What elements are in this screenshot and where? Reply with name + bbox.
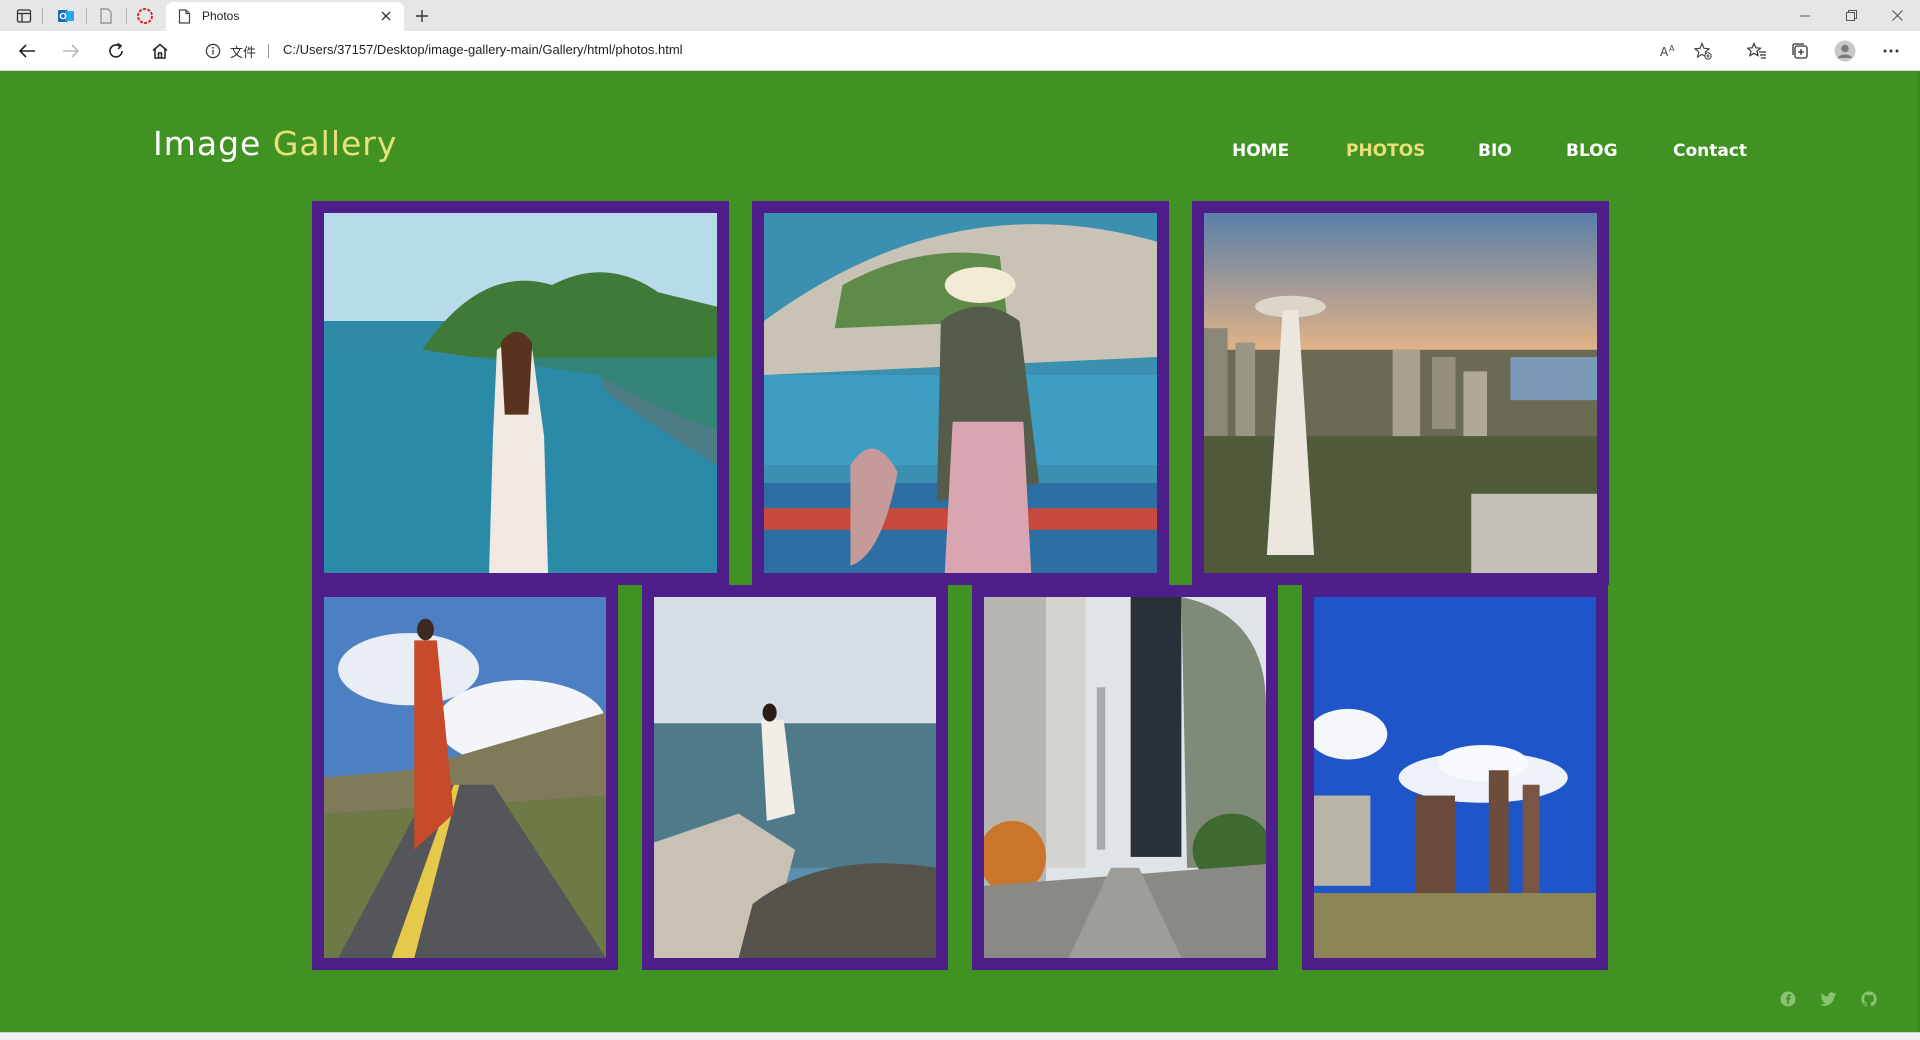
nav-blog[interactable]: BLOG [1566,141,1618,161]
nav-photos[interactable]: PHOTOS [1346,141,1425,161]
photo-traveler-on-boat[interactable] [752,201,1169,585]
file-label: 文件 [230,45,257,60]
tab-separator [86,8,87,24]
back-arrow-icon[interactable] [12,37,42,65]
svg-text:A: A [1660,45,1669,59]
outlook-icon[interactable] [53,5,79,27]
forward-arrow-icon [56,37,86,65]
tab-title: Photos [202,9,240,23]
nav-bio[interactable]: BIO [1478,141,1512,161]
address-bar: 文件 C:/Users/37157/Desktop/image-gallery-… [0,31,1920,71]
minimize-icon[interactable] [1782,0,1828,31]
more-icon[interactable] [1876,37,1906,65]
plus-icon[interactable] [410,5,434,27]
restore-icon[interactable] [1828,0,1874,31]
main-nav: HOME PHOTOS BIO BLOG Contact [0,141,1920,171]
read-aloud-icon[interactable]: AA [1655,39,1681,63]
url-field[interactable]: 文件 C:/Users/37157/Desktop/image-gallery-… [190,35,1735,67]
close-icon[interactable] [376,6,396,26]
sidebar-toggle-icon[interactable] [11,5,37,27]
page-content: Image Gallery HOME PHOTOS BIO BLOG Conta… [0,71,1920,1032]
photo-city-street[interactable] [972,585,1278,970]
nav-home[interactable]: HOME [1232,141,1289,161]
facebook-icon[interactable] [1778,989,1798,1009]
tab-separator [126,8,127,24]
collections-icon[interactable] [1785,37,1815,65]
tab-photos[interactable]: Photos [166,2,404,31]
avatar-icon[interactable] [1830,37,1860,65]
refresh-icon[interactable] [101,37,131,65]
favorites-icon[interactable] [1742,37,1772,65]
photo-industrial-park[interactable] [1302,585,1608,970]
url-divider [268,44,269,58]
nav-contact[interactable]: Contact [1673,141,1747,161]
window-bottom-edge [0,1032,1920,1040]
svg-text:A: A [1669,44,1675,53]
star-add-icon[interactable] [1690,39,1716,63]
page-icon [178,9,191,28]
photo-woman-on-rock-by-sea[interactable] [642,585,948,970]
circle-icon[interactable] [132,5,158,27]
photo-city-skyline-space-needle[interactable] [1192,201,1609,585]
photo-woman-on-mountain-road[interactable] [312,585,618,970]
github-icon[interactable] [1859,989,1879,1009]
page-icon[interactable] [93,5,119,27]
home-icon[interactable] [145,37,175,65]
info-icon[interactable] [205,43,221,63]
close-window-icon[interactable] [1874,0,1920,31]
tab-separator [42,8,43,24]
url-text[interactable]: C:/Users/37157/Desktop/image-gallery-mai… [283,42,683,57]
tab-bar: Photos [0,0,1920,31]
twitter-icon[interactable] [1818,989,1838,1009]
photo-woman-by-sea-island[interactable] [312,201,729,585]
